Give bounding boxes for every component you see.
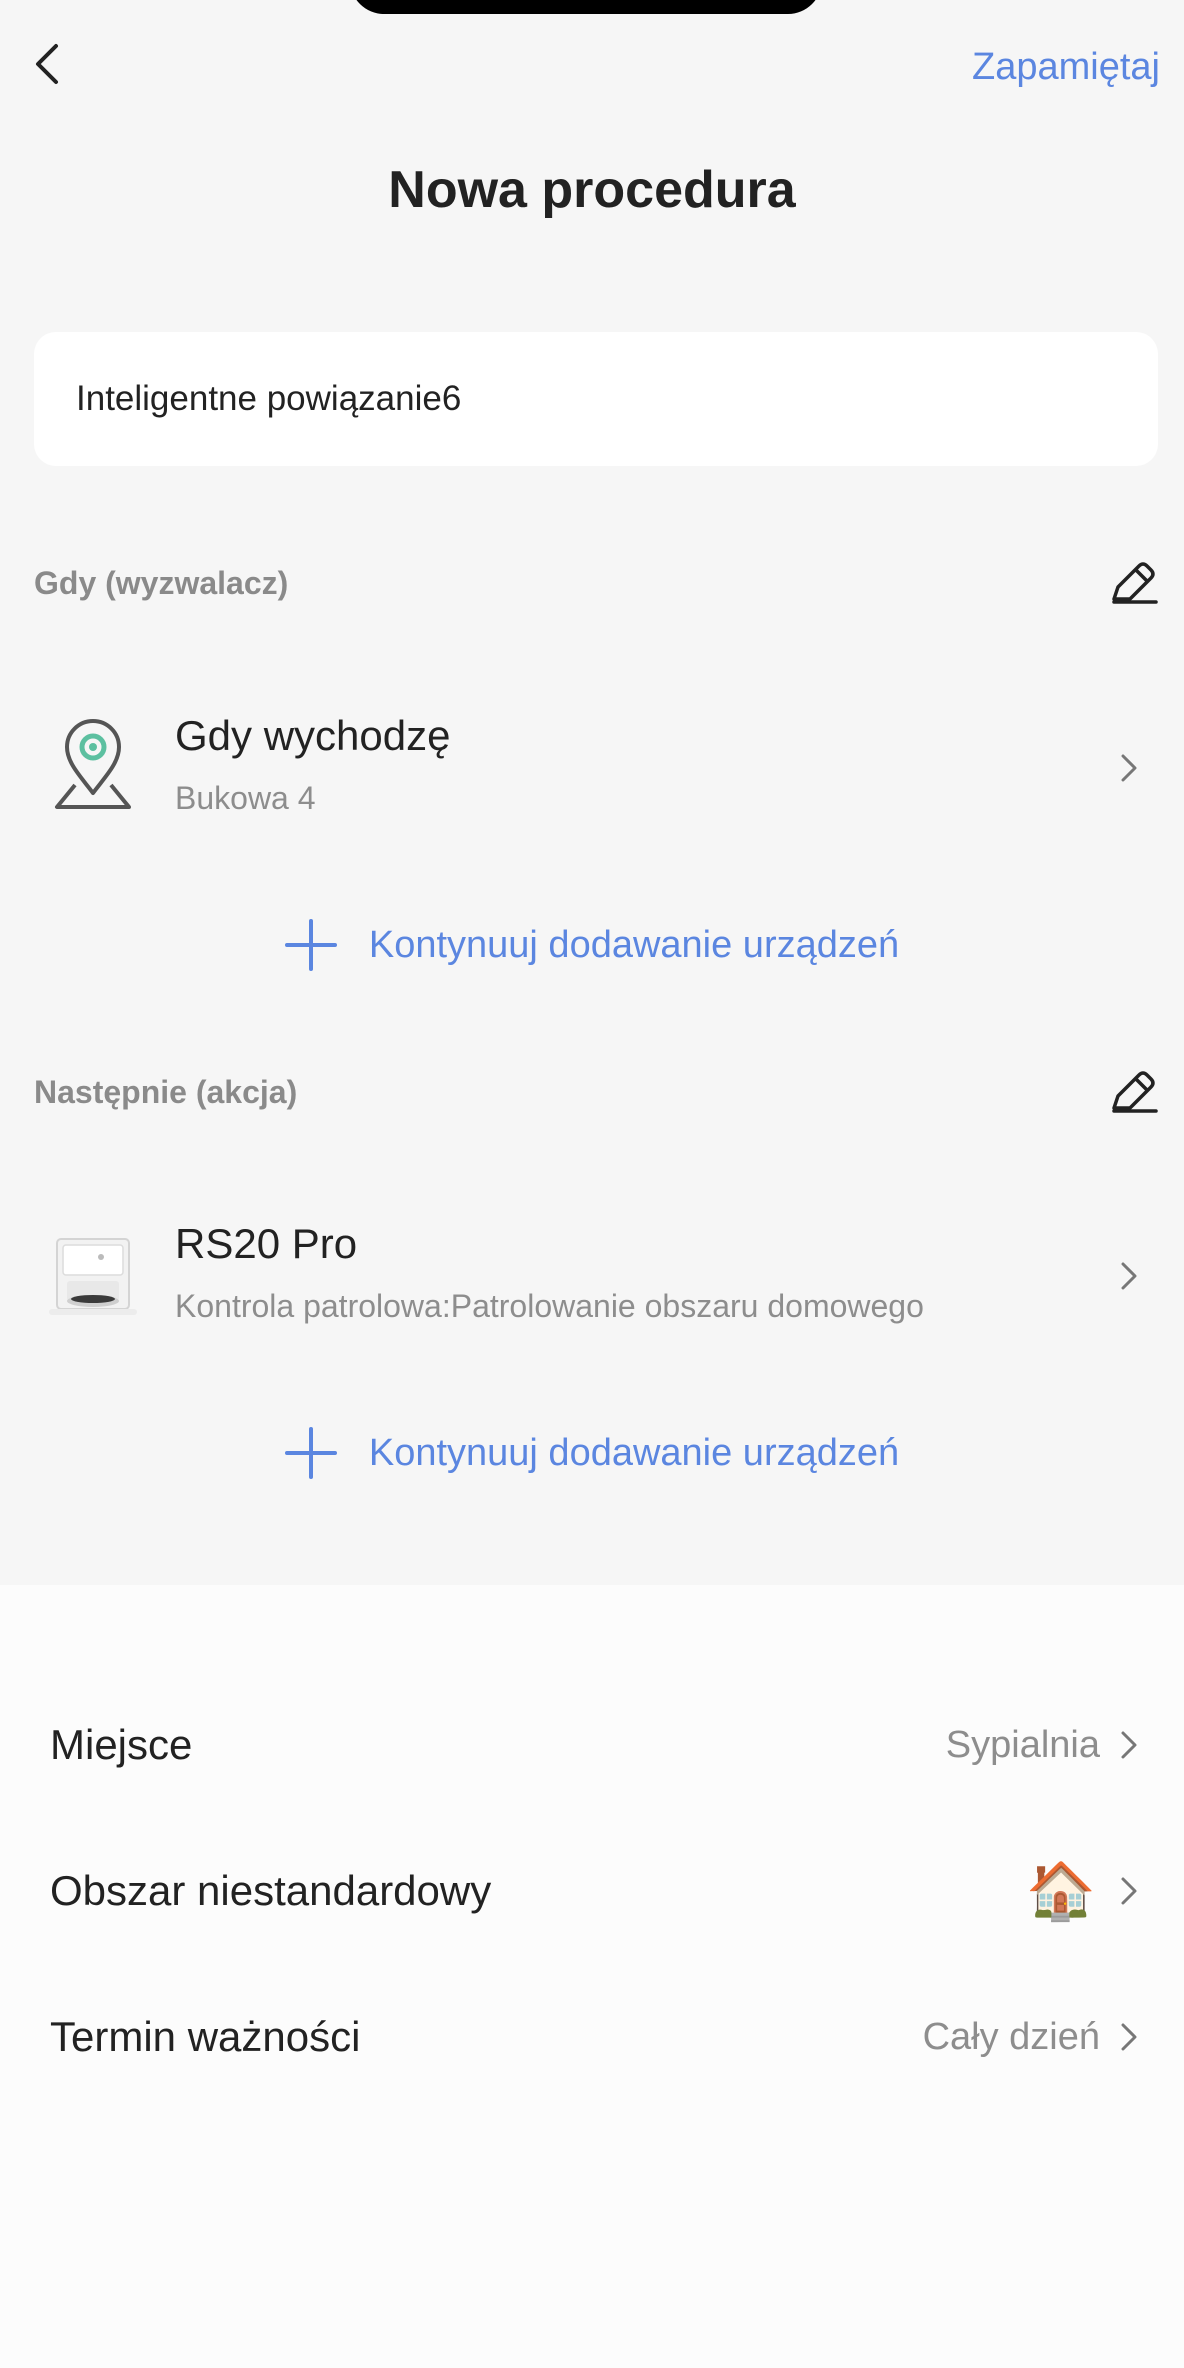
add-trigger-label: Kontynuuj dodawanie urządzeń — [368, 923, 900, 966]
setting-row-custom-area[interactable]: Obszar niestandardowy 🏠 — [0, 1841, 1184, 1941]
chevron-right-icon — [1116, 1871, 1142, 1911]
back-button[interactable] — [22, 36, 72, 92]
pencil-icon — [1112, 562, 1158, 604]
robot-vacuum-icon — [38, 1220, 148, 1330]
chevron-right-icon — [1114, 1256, 1144, 1296]
action-item-subtitle: Kontrola patrolowa:Patrolowanie obszaru … — [175, 1288, 924, 1324]
setting-row-validity[interactable]: Termin ważności Cały dzień — [0, 1987, 1184, 2087]
trigger-section-header: Gdy (wyzwalacz) — [34, 553, 1158, 613]
plus-icon — [284, 1427, 337, 1479]
add-action-button[interactable]: Kontynuuj dodawanie urządzeń — [0, 1413, 1184, 1493]
save-button[interactable]: Zapamiętaj — [972, 46, 1160, 89]
chevron-right-icon — [1116, 1725, 1142, 1765]
procedure-name-field[interactable]: Inteligentne powiązanie6 — [34, 332, 1158, 466]
trigger-section-label: Gdy (wyzwalacz) — [34, 564, 289, 601]
chevron-right-icon — [1116, 2017, 1142, 2057]
edit-trigger-button[interactable] — [1098, 553, 1158, 613]
trigger-item-row[interactable]: Gdy wychodzę Bukowa 4 — [0, 690, 1184, 850]
action-item-title: RS20 Pro — [175, 1220, 358, 1267]
plus-icon — [284, 919, 337, 971]
chevron-left-icon — [36, 44, 58, 84]
trigger-item-title: Gdy wychodzę — [175, 712, 451, 759]
action-section-header: Następnie (akcja) — [34, 1062, 1158, 1122]
custom-area-label: Obszar niestandardowy — [50, 1867, 492, 1914]
device-notch — [350, 0, 822, 14]
location-pin-icon — [38, 712, 148, 822]
house-emoji-icon: 🏠 — [1026, 1859, 1096, 1922]
add-trigger-button[interactable]: Kontynuuj dodawanie urządzeń — [0, 905, 1184, 985]
action-section-label: Następnie (akcja) — [34, 1073, 298, 1110]
validity-value: Cały dzień — [922, 2015, 1100, 2058]
settings-panel: Miejsce Sypialnia Obszar niestandardowy … — [0, 1585, 1184, 2368]
pencil-icon — [1112, 1071, 1158, 1113]
place-label: Miejsce — [50, 1721, 193, 1768]
place-value: Sypialnia — [945, 1723, 1100, 1766]
chevron-right-icon — [1114, 748, 1144, 788]
page-title: Nowa procedura — [388, 161, 796, 219]
edit-action-button[interactable] — [1098, 1062, 1158, 1122]
trigger-item-subtitle: Bukowa 4 — [175, 780, 316, 816]
setting-row-place[interactable]: Miejsce Sypialnia — [0, 1695, 1184, 1795]
add-action-label: Kontynuuj dodawanie urządzeń — [368, 1431, 900, 1474]
procedure-name-value: Inteligentne powiązanie6 — [76, 379, 462, 418]
validity-label: Termin ważności — [50, 2013, 361, 2060]
action-item-row[interactable]: RS20 Pro Kontrola patrolowa:Patrolowanie… — [0, 1198, 1184, 1358]
